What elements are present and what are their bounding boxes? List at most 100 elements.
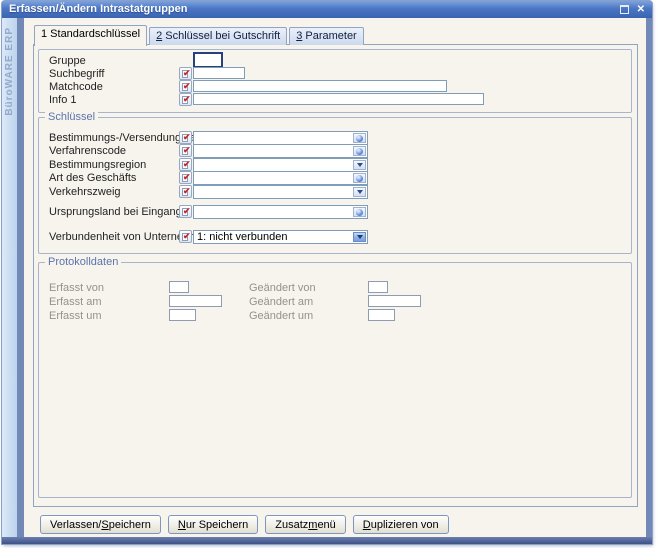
suchbegriff-label: Suchbegriff [49, 68, 104, 80]
info1-input[interactable] [193, 93, 484, 105]
duplizieren-von-button[interactable]: Duplizieren von [353, 515, 449, 534]
tab-parameter[interactable]: 3 Parameter [289, 27, 364, 45]
chevron-down-icon [357, 190, 363, 194]
field-row-erfasst-von: Erfasst von Geändert von [39, 281, 631, 295]
art-des-geschaefts-lookup-button[interactable] [353, 173, 366, 183]
geaendert-am-input [368, 295, 421, 307]
ursprungsland-field[interactable] [193, 205, 368, 219]
bestimmungsregion-dropdown-button[interactable] [353, 160, 366, 170]
art-des-geschaefts-edit-check-button[interactable]: ✔ [179, 171, 192, 184]
verkehrszweig-edit-check-button[interactable]: ✔ [179, 185, 192, 198]
nur-speichern-button[interactable]: Nur Speichern [168, 515, 258, 534]
check-icon: ✔ [183, 143, 191, 157]
verkehrszweig-input[interactable] [194, 186, 352, 198]
field-row-verfahrenscode: Verfahrenscode ✔ [39, 144, 631, 158]
group-schluessel-title: Schlüssel [45, 111, 98, 124]
bestimmungsregion-input[interactable] [194, 159, 352, 171]
art-des-geschaefts-label: Art des Geschäfts [49, 172, 136, 184]
verbundenheit-combobox[interactable] [193, 230, 368, 244]
gruppe-label: Gruppe [49, 55, 86, 67]
zusatzmenu-button[interactable]: Zusatzmenü [265, 515, 346, 534]
ursprungsland-lookup-button[interactable] [353, 207, 366, 217]
group-protokolldaten: Protokolldaten Erfasst von Geändert von … [38, 262, 632, 498]
brand-logo-text: BüroWARE ERP [4, 27, 15, 116]
bestimmungsregion-field[interactable] [193, 158, 368, 172]
erfasst-von-label: Erfasst von [49, 282, 104, 294]
matchcode-input[interactable] [193, 80, 447, 92]
verkehrszweig-field[interactable] [193, 185, 368, 199]
field-row-erfasst-am: Erfasst am Geändert am [39, 295, 631, 309]
chevron-down-icon [357, 163, 363, 167]
tab-standardschluessel[interactable]: 1 Standardschlüssel [34, 25, 147, 46]
close-button[interactable]: ✕ [637, 4, 645, 15]
verlassen-speichern-button[interactable]: Verlassen/Speichern [40, 515, 161, 534]
field-row-art-des-geschaefts: Art des Geschäfts ✔ [39, 171, 631, 185]
erfasst-um-input [169, 309, 196, 321]
check-icon: ✔ [183, 229, 191, 243]
verbundenheit-edit-check-button[interactable]: ✔ [179, 230, 192, 243]
field-row-ursprungsland: Ursprungsland bei Eingang ✔ [39, 205, 631, 219]
geaendert-von-input [368, 281, 388, 293]
geaendert-am-label: Geändert am [249, 296, 313, 308]
bestimmungsland-input[interactable] [194, 132, 352, 144]
bestimmungsland-lookup-button[interactable] [353, 133, 366, 143]
bestimmungsregion-label: Bestimmungsregion [49, 159, 146, 171]
tab-page-panel: Gruppe Suchbegriff ✔ Matchcode ✔ Info 1 … [33, 44, 638, 507]
check-icon: ✔ [183, 170, 191, 184]
footer-button-bar: Verlassen/Speichern Nur Speichern Zusatz… [40, 515, 449, 534]
check-icon: ✔ [183, 184, 191, 198]
verfahrenscode-lookup-button[interactable] [353, 146, 366, 156]
verfahrenscode-edit-check-button[interactable]: ✔ [179, 144, 192, 157]
field-row-verkehrszweig: Verkehrszweig ✔ [39, 185, 631, 199]
ursprungsland-edit-check-button[interactable]: ✔ [179, 205, 192, 218]
info1-edit-check-button[interactable]: ✔ [179, 93, 192, 106]
art-des-geschaefts-field[interactable] [193, 171, 368, 185]
ursprungsland-input[interactable] [194, 206, 352, 218]
close-icon: ✕ [637, 4, 645, 15]
erfasst-um-label: Erfasst um [49, 310, 102, 322]
field-row-suchbegriff: Suchbegriff ✔ [39, 67, 631, 81]
check-icon: ✔ [183, 157, 191, 171]
geaendert-um-label: Geändert um [249, 310, 313, 322]
window-title: Erfassen/Ändern Intrastatgruppen [9, 3, 187, 15]
verkehrszweig-label: Verkehrszweig [49, 186, 121, 198]
window-bottom-frame [2, 537, 652, 544]
tab-bar: 1 Standardschlüssel 2 Schlüssel bei Guts… [34, 23, 366, 45]
screenshot-root: { "window": { "title": "Erfassen/Ändern … [0, 0, 659, 548]
suchbegriff-input[interactable] [193, 67, 245, 79]
verfahrenscode-field[interactable] [193, 144, 368, 158]
verbundenheit-dropdown-button[interactable] [353, 232, 366, 242]
restore-button[interactable] [619, 4, 630, 15]
geaendert-von-label: Geändert von [249, 282, 316, 294]
brand-strip: BüroWARE ERP [2, 18, 17, 537]
check-icon: ✔ [183, 92, 191, 106]
field-row-matchcode: Matchcode ✔ [39, 80, 631, 94]
check-icon: ✔ [183, 204, 191, 218]
field-row-gruppe: Gruppe [39, 54, 631, 68]
field-row-erfasst-um: Erfasst um Geändert um [39, 309, 631, 323]
field-row-bestimmungsland: Bestimmungs-/Versendungsland ✔ [39, 131, 631, 145]
matchcode-label: Matchcode [49, 81, 103, 93]
tab-schluessel-bei-gutschrift[interactable]: 2 Schlüssel bei Gutschrift [149, 27, 287, 45]
bestimmungsland-field[interactable] [193, 131, 368, 145]
lookup-sphere-icon [356, 135, 363, 142]
verbundenheit-input[interactable] [194, 231, 352, 243]
check-icon: ✔ [183, 66, 191, 80]
lookup-sphere-icon [356, 175, 363, 182]
lookup-sphere-icon [356, 209, 363, 216]
group-protokolldaten-title: Protokolldaten [45, 256, 121, 269]
field-row-bestimmungsregion: Bestimmungsregion ✔ [39, 158, 631, 172]
verfahrenscode-input[interactable] [194, 145, 352, 157]
art-des-geschaefts-input[interactable] [194, 172, 352, 184]
check-icon: ✔ [183, 79, 191, 93]
info1-label: Info 1 [49, 94, 77, 106]
lookup-sphere-icon [356, 148, 363, 155]
field-row-verbundenheit: Verbundenheit von Unternehmen ✔ [39, 230, 631, 244]
gruppe-input[interactable] [193, 52, 223, 68]
restore-icon [620, 5, 629, 14]
ursprungsland-label: Ursprungsland bei Eingang [49, 206, 182, 218]
window-controls: ✕ [619, 4, 645, 15]
geaendert-um-input [368, 309, 395, 321]
verkehrszweig-dropdown-button[interactable] [353, 187, 366, 197]
erfasst-von-input [169, 281, 189, 293]
